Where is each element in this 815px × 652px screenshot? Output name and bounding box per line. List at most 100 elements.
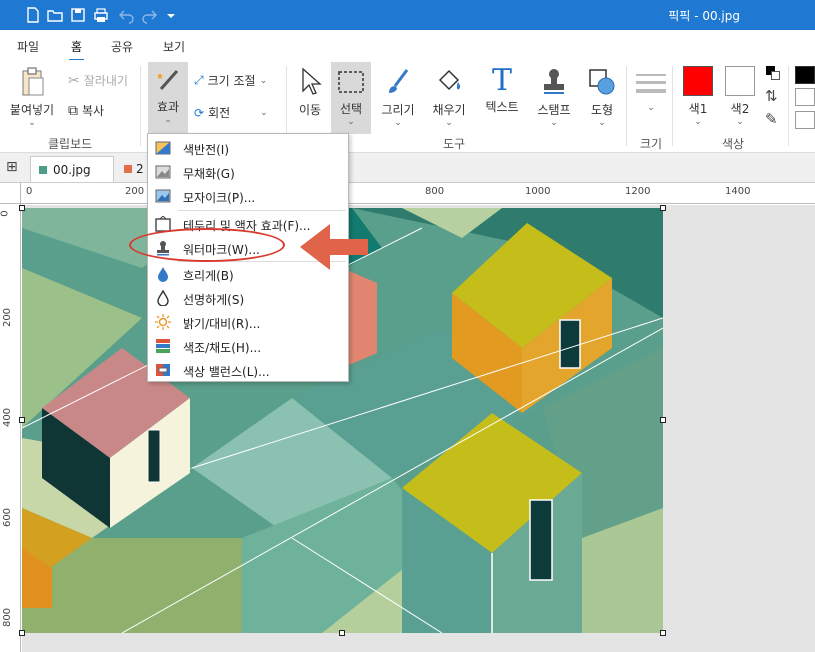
- default-colors-icon[interactable]: [766, 66, 780, 80]
- menu-item-hue-saturation[interactable]: 색조/채도(H)...: [148, 334, 348, 358]
- pointer-arrow-icon: [300, 224, 368, 270]
- stamp-tool-button[interactable]: 스탬프 ⌄: [532, 66, 576, 128]
- palette-swatch-white[interactable]: [795, 111, 815, 129]
- tab-file[interactable]: 파일: [17, 38, 39, 55]
- ribbon-tabs: 파일 홈 공유 보기: [0, 30, 815, 61]
- menu-item-mosaic[interactable]: 모자이크(P)...: [148, 184, 348, 208]
- fill-label: 채우기: [432, 103, 466, 117]
- menu-item-color-balance[interactable]: 색상 밸런스(L)...: [148, 358, 348, 382]
- palette-swatch-white[interactable]: [795, 88, 815, 106]
- resize-handle[interactable]: [660, 417, 666, 423]
- menu-item-sharpen[interactable]: 선명하게(S): [148, 286, 348, 310]
- shape-tool-button[interactable]: 도형 ⌄: [582, 66, 622, 128]
- color1-swatch: [683, 66, 713, 96]
- effects-button[interactable]: 효과 ⌄: [148, 62, 188, 134]
- paste-icon: [22, 67, 44, 96]
- tab-share[interactable]: 공유: [111, 38, 133, 55]
- menu-item-label: 색조/채도(H)...: [183, 341, 262, 355]
- select-tool-button[interactable]: 선택 ⌄: [331, 62, 371, 134]
- undo-icon[interactable]: [118, 6, 136, 24]
- tab-view[interactable]: 보기: [163, 38, 185, 55]
- color2-label: 색2: [730, 102, 750, 116]
- menu-item-label: 선명하게(S): [183, 293, 245, 307]
- document-tab-label: 2: [136, 162, 144, 176]
- group-divider: [626, 66, 627, 146]
- ribbon-home: 붙여넣기 ⌄ ✂ 잘라내기 ⧉ 복사 클립보드 효과 ⌄ ⤢ 크기 조절 ⌄ ⟳…: [0, 60, 815, 153]
- new-file-icon[interactable]: [24, 6, 42, 24]
- cut-button[interactable]: ✂ 잘라내기: [68, 72, 128, 89]
- size-button[interactable]: ⌄: [634, 70, 668, 132]
- stamp-label: 스탬프: [537, 103, 571, 117]
- rotate-button[interactable]: ⟳ 회전 ⌄: [194, 104, 268, 121]
- ruler-label: 1400: [725, 186, 751, 197]
- canvas-area[interactable]: [19, 205, 815, 652]
- menu-item-brightness[interactable]: 밝기/대비(R)...: [148, 310, 348, 334]
- chevron-down-icon: ⌄: [598, 118, 606, 128]
- open-folder-icon[interactable]: [46, 6, 64, 24]
- ruler-corner: [0, 183, 21, 204]
- document-tab-label: 00.jpg: [53, 163, 91, 177]
- copy-button[interactable]: ⧉ 복사: [68, 102, 104, 119]
- resize-button[interactable]: ⤢ 크기 조절 ⌄: [194, 72, 267, 89]
- print-icon[interactable]: [92, 6, 110, 24]
- menu-item-label: 무채화(G): [183, 167, 235, 181]
- title-bar: 픽픽 - 00.jpg: [0, 0, 815, 30]
- effects-label: 효과: [156, 100, 180, 114]
- chevron-down-icon: ⌄: [259, 75, 268, 86]
- clipboard-group-label: 클립보드: [48, 137, 93, 151]
- paste-button[interactable]: 붙여넣기 ⌄: [6, 66, 58, 128]
- redo-icon[interactable]: [140, 6, 158, 24]
- size-group-label: 크기: [640, 137, 663, 151]
- move-tool-button[interactable]: 이동: [292, 66, 328, 118]
- tools-group-label: 도구: [443, 137, 466, 151]
- text-tool-button[interactable]: T 텍스트: [480, 64, 524, 115]
- shape-label: 도형: [590, 103, 614, 117]
- group-divider: [672, 66, 673, 146]
- selection-rect-icon: [338, 71, 364, 93]
- save-icon[interactable]: [69, 6, 87, 24]
- draw-label: 그리기: [381, 103, 415, 117]
- horizontal-ruler: 0 200 400 600 800 1000 1200 1400: [21, 183, 815, 204]
- text-t-icon: T: [491, 63, 512, 98]
- chevron-down-icon: ⌄: [28, 118, 36, 128]
- resize-handle[interactable]: [19, 630, 25, 636]
- color2-swatch: [725, 66, 755, 96]
- brush-icon: [389, 69, 409, 93]
- text-label: 텍스트: [485, 100, 519, 114]
- chevron-down-icon: ⌄: [736, 117, 744, 127]
- resize-handle[interactable]: [19, 205, 25, 211]
- resize-icon: ⤢: [194, 73, 204, 87]
- resize-handle[interactable]: [660, 630, 666, 636]
- ruler-label: 200: [2, 307, 14, 328]
- tab-home[interactable]: 홈: [68, 38, 85, 61]
- swap-colors-icon[interactable]: ⇅: [765, 87, 778, 105]
- hue-saturation-icon: [156, 339, 170, 353]
- document-tab[interactable]: 00.jpg: [30, 156, 114, 182]
- paste-label: 붙여넣기: [9, 103, 55, 117]
- color1-button[interactable]: 색1 ⌄: [680, 66, 716, 127]
- ruler-label: 800: [425, 186, 445, 197]
- palette-swatch-black[interactable]: [795, 66, 815, 84]
- rotate-icon: ⟳: [194, 105, 205, 120]
- magic-wand-icon: [157, 70, 179, 90]
- doc-color-marker: [124, 165, 132, 173]
- scissors-icon: ✂: [68, 72, 80, 89]
- resize-handle[interactable]: [339, 630, 345, 636]
- grid-view-icon[interactable]: ⊞: [6, 159, 18, 175]
- chevron-down-icon: ⌄: [445, 118, 453, 128]
- customize-dropdown-icon[interactable]: [162, 6, 180, 24]
- document-tab[interactable]: 2: [116, 156, 144, 182]
- cursor-arrow-icon: [302, 67, 322, 95]
- eyedropper-icon[interactable]: ✎: [765, 110, 778, 128]
- resize-handle[interactable]: [660, 205, 666, 211]
- fill-tool-button[interactable]: 채우기 ⌄: [428, 66, 470, 128]
- sharpen-drop-icon: [157, 290, 169, 306]
- copy-label: 복사: [82, 104, 105, 118]
- menu-item-label: 밝기/대비(R)...: [183, 317, 261, 331]
- color2-button[interactable]: 색2 ⌄: [722, 66, 758, 127]
- ruler-label: 800: [2, 607, 14, 628]
- menu-item-grayscale[interactable]: 무채화(G): [148, 160, 348, 184]
- resize-handle[interactable]: [19, 417, 25, 423]
- menu-item-invert[interactable]: 색반전(I): [148, 136, 348, 160]
- draw-tool-button[interactable]: 그리기 ⌄: [378, 66, 418, 128]
